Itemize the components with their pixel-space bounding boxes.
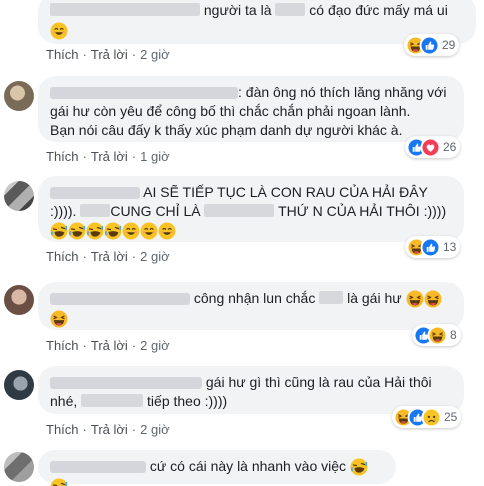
avatar[interactable]: [4, 452, 34, 482]
timestamp[interactable]: 2 giờ: [140, 47, 170, 62]
reaction-count: 29: [442, 38, 456, 52]
comment-bubble: công nhận lun chắc là gái hư: [38, 282, 464, 330]
redacted-text: [275, 3, 306, 16]
reaction-summary[interactable]: 8: [412, 324, 461, 346]
rofl-emoji-icon: [50, 222, 68, 241]
redacted-text: [80, 204, 111, 217]
reaction-count: 13: [443, 240, 457, 254]
comment-text: cứ có cái này là nhanh vào việc: [149, 458, 347, 474]
rofl-emoji-icon: [50, 477, 68, 486]
reply-link[interactable]: Trả lời: [91, 249, 128, 264]
haha-emoji-icon: [405, 290, 424, 309]
haha-emoji-icon: [50, 309, 68, 328]
comment-text: THỨ N CỦA HẢI THÔI :)))): [278, 203, 447, 219]
rofl-emoji-icon: [86, 222, 104, 241]
comment-actions: Thích · Trả lời · 1 giờ: [46, 149, 170, 165]
reaction-count: 26: [443, 140, 457, 154]
haha-icon: [429, 326, 446, 344]
reaction-count: 25: [444, 410, 458, 424]
reaction-summary[interactable]: 26: [405, 136, 461, 158]
rofl-emoji-icon: [68, 222, 86, 241]
rofl-emoji-icon: [104, 222, 122, 241]
comment-actions: Thích · Trả lời · 2 giờ: [46, 422, 170, 438]
commenter-name[interactable]: [50, 187, 140, 200]
comment-text: công nhận lun chắc: [193, 290, 316, 306]
smile-emoji-icon: [50, 21, 68, 40]
comment-text: gái hư gì thì cũng là rau của Hải thôi: [205, 374, 432, 390]
reply-link[interactable]: Trả lời: [91, 422, 128, 437]
like-icon: [422, 238, 439, 256]
like-icon: [421, 36, 438, 54]
comment-bubble: AI SẼ TIẾP TỤC LÀ CON RAU CỦA HẢI ĐÂY :)…: [38, 176, 464, 242]
reply-link[interactable]: Trả lời: [91, 338, 128, 353]
sad-icon: [423, 408, 440, 426]
avatar[interactable]: [4, 285, 34, 315]
redacted-text: [81, 394, 144, 407]
comment-actions: Thích · Trả lời · 2 giờ: [46, 249, 170, 265]
like-link[interactable]: Thích: [46, 47, 79, 62]
comment-bubble: cứ có cái này là nhanh vào việc: [38, 450, 396, 486]
reaction-summary[interactable]: 29: [404, 34, 460, 56]
comment-text: Bạn nói câu đấy k thấy xúc phạm danh dự …: [50, 122, 403, 138]
smile-emoji-icon: [158, 222, 176, 241]
timestamp[interactable]: 2 giờ: [140, 338, 170, 353]
comment-text: AI SẼ TIẾP TỤC LÀ CON RAU CỦA HẢI ĐÂY: [143, 184, 428, 200]
rofl-emoji-icon: [349, 458, 368, 477]
reply-link[interactable]: Trả lời: [91, 149, 128, 164]
smile-emoji-icon: [140, 222, 158, 241]
like-link[interactable]: Thích: [46, 249, 79, 264]
avatar[interactable]: [4, 370, 34, 400]
redacted-text: [319, 291, 344, 304]
like-link[interactable]: Thích: [46, 422, 79, 437]
commenter-name[interactable]: [50, 87, 238, 100]
smile-emoji-icon: [122, 222, 140, 241]
commenter-name[interactable]: [50, 293, 190, 306]
comment-actions: Thích · Trả lời · 2 giờ: [46, 47, 170, 63]
comment-text: tiếp theo :)))): [147, 393, 228, 409]
comment-text: CUNG CHỈ LÀ: [110, 203, 201, 219]
timestamp[interactable]: 1 giờ: [140, 149, 170, 164]
reaction-summary[interactable]: 13: [405, 236, 461, 258]
commenter-name[interactable]: [50, 461, 146, 474]
comment-bubble: : đàn ông nó thích lăng nhăng với gái hư…: [38, 76, 464, 142]
comment-text: : đàn ông nó thích lăng nhăng với: [238, 84, 447, 100]
avatar[interactable]: [4, 81, 34, 111]
comment-text: người ta là: [203, 2, 272, 18]
avatar[interactable]: [4, 181, 34, 211]
timestamp[interactable]: 2 giờ: [140, 249, 170, 264]
haha-emoji-icon: [423, 290, 442, 309]
like-link[interactable]: Thích: [46, 149, 79, 164]
comment-actions: Thích · Trả lời · 2 giờ: [46, 338, 170, 354]
comment-text: là gái hư: [347, 290, 402, 306]
comment-text: :)))).: [50, 203, 77, 219]
comment-text: gái hư còn yêu để công bố thì chắc chắn …: [50, 103, 411, 119]
comment-text: có đạo đức mấy má ui: [309, 2, 448, 18]
reaction-summary[interactable]: 25: [392, 406, 462, 428]
like-link[interactable]: Thích: [46, 338, 79, 353]
redacted-name: [50, 3, 200, 16]
reaction-count: 8: [450, 328, 457, 342]
redacted-text: [204, 204, 275, 217]
reply-link[interactable]: Trả lời: [91, 47, 128, 62]
comment-text: nhé,: [50, 393, 78, 409]
love-icon: [422, 138, 439, 156]
commenter-name[interactable]: [50, 377, 202, 390]
timestamp[interactable]: 2 giờ: [140, 422, 170, 437]
